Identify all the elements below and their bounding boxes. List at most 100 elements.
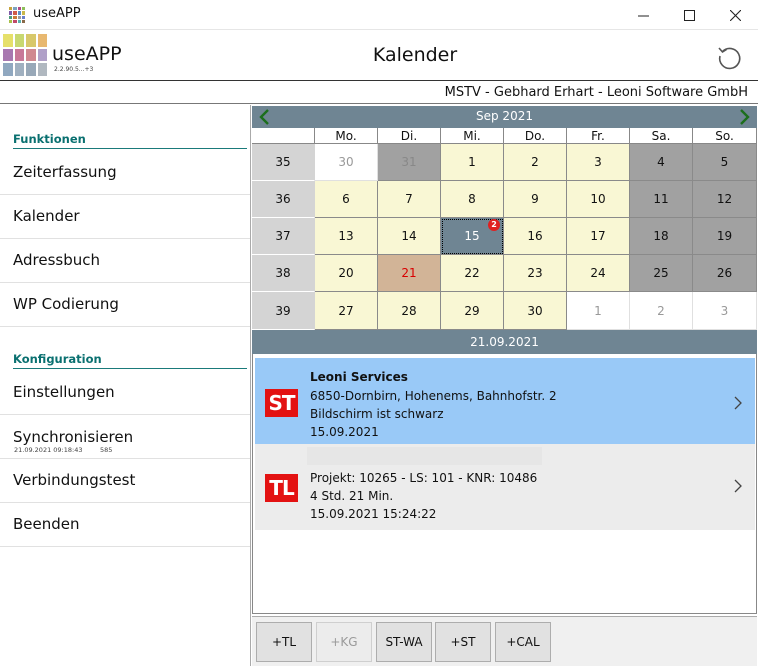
calendar-day[interactable]: 22 — [441, 255, 504, 292]
calendar-day[interactable]: 12 — [693, 181, 757, 218]
day-number: 10 — [590, 192, 606, 206]
sync-count: 585 — [100, 446, 113, 454]
close-icon — [729, 9, 741, 21]
calendar-grid: Mo. Di. Mi. Do. Fr. Sa. So. 35 30 31 1 2 3 4 5 36 6 7 8 9 10… — [252, 128, 757, 330]
close-button[interactable] — [712, 0, 758, 30]
weekday-header: Do. — [504, 128, 567, 144]
week-number: 39 — [252, 292, 315, 330]
day-number: 31 — [401, 155, 417, 169]
day-number: 8 — [468, 192, 476, 206]
calendar-day[interactable]: 20 — [315, 255, 378, 292]
weekday-header: So. — [693, 128, 757, 144]
calendar-day[interactable]: 30 — [315, 144, 378, 181]
calendar-day[interactable]: 19 — [693, 218, 757, 255]
minimize-button[interactable] — [620, 0, 666, 30]
day-number: 25 — [653, 266, 669, 280]
calendar-day[interactable]: 17 — [567, 218, 630, 255]
sidebar-item-wp-codierung[interactable]: WP Codierung — [0, 283, 250, 327]
day-number: 16 — [527, 229, 543, 243]
day-number: 18 — [653, 229, 669, 243]
day-number: 3 — [720, 304, 729, 318]
list-item-time-entry[interactable]: TL Projekt: 10265 - LS: 101 - KNR: 10486… — [255, 444, 755, 530]
day-number: 28 — [401, 304, 417, 318]
day-number: 29 — [464, 304, 480, 318]
st-wa-button[interactable]: ST-WA — [376, 622, 432, 662]
calendar-day[interactable]: 11 — [630, 181, 693, 218]
calendar-day[interactable]: 8 — [441, 181, 504, 218]
calendar-day[interactable]: 3 — [567, 144, 630, 181]
calendar-day[interactable]: 9 — [504, 181, 567, 218]
calendar-day[interactable]: 7 — [378, 181, 441, 218]
calendar-day[interactable]: 30 — [504, 292, 567, 330]
weekday-header: Mi. — [441, 128, 504, 144]
refresh-button[interactable] — [716, 42, 744, 70]
entry-duration: 4 Std. 21 Min. — [310, 489, 394, 503]
entry-timestamp: 15.09.2021 15:24:22 — [310, 507, 437, 521]
day-number: 9 — [531, 192, 539, 206]
calendar-day[interactable]: 4 — [630, 144, 693, 181]
add-tl-button[interactable]: +TL — [256, 622, 312, 662]
user-info: MSTV - Gebhard Erhart - Leoni Software G… — [444, 85, 748, 100]
day-number: 23 — [527, 266, 543, 280]
day-number: 30 — [338, 155, 354, 169]
day-number: 2 — [657, 304, 665, 318]
action-toolbar: +TL +KG ST-WA +ST +CAL — [252, 616, 757, 666]
sidebar-item-beenden[interactable]: Beenden — [0, 503, 250, 547]
calendar-day[interactable]: 28 — [378, 292, 441, 330]
app-header: useAPP 2.2.90.5...+3 Kalender — [0, 30, 758, 80]
calendar-month-label: Sep 2021 — [476, 109, 533, 123]
calendar-day[interactable]: 23 — [504, 255, 567, 292]
calendar-day[interactable]: 13 — [315, 218, 378, 255]
calendar-day[interactable]: 3 — [693, 292, 757, 330]
sidebar-item-kalender[interactable]: Kalender — [0, 195, 250, 239]
calendar-day[interactable]: 25 — [630, 255, 693, 292]
calendar-day[interactable]: 2 — [504, 144, 567, 181]
day-number: 3 — [594, 155, 602, 169]
maximize-button[interactable] — [666, 0, 712, 30]
calendar-day[interactable]: 27 — [315, 292, 378, 330]
sidebar-item-label: Verbindungstest — [13, 471, 136, 489]
calendar-day[interactable]: 18 — [630, 218, 693, 255]
chevron-right-icon — [734, 479, 742, 493]
app-version: 2.2.90.5...+3 — [54, 66, 94, 73]
sidebar-item-synchronisieren[interactable]: Synchronisieren 21.09.2021 09:18:43 585 — [0, 415, 250, 459]
calendar-day[interactable]: 15 2 — [441, 218, 504, 255]
calendar-day[interactable]: 26 — [693, 255, 757, 292]
list-item-service-ticket[interactable]: ST Leoni Services 6850-Dornbirn, Hohenem… — [255, 358, 755, 444]
next-month-button[interactable] — [734, 107, 754, 127]
sidebar-section-functions: Funktionen — [13, 132, 247, 149]
calendar-day[interactable]: 1 — [441, 144, 504, 181]
day-number: 11 — [653, 192, 669, 206]
calendar-day[interactable]: 10 — [567, 181, 630, 218]
selected-date-bar: 21.09.2021 — [252, 330, 757, 354]
add-kg-button[interactable]: +KG — [316, 622, 372, 662]
calendar-day[interactable]: 16 — [504, 218, 567, 255]
calendar-day[interactable]: 2 — [630, 292, 693, 330]
appointment-list: ST Leoni Services 6850-Dornbirn, Hohenem… — [252, 354, 757, 614]
sidebar-item-adressbuch[interactable]: Adressbuch — [0, 239, 250, 283]
calendar-day[interactable]: 5 — [693, 144, 757, 181]
day-number: 1 — [468, 155, 476, 169]
day-number: 27 — [338, 304, 354, 318]
sidebar-item-zeiterfassung[interactable]: Zeiterfassung — [0, 151, 250, 195]
sidebar-item-verbindungstest[interactable]: Verbindungstest — [0, 459, 250, 503]
week-number: 38 — [252, 255, 315, 292]
calendar-day[interactable]: 31 — [378, 144, 441, 181]
week-number: 35 — [252, 144, 315, 181]
day-number: 30 — [527, 304, 543, 318]
calendar-day[interactable]: 14 — [378, 218, 441, 255]
day-number: 17 — [590, 229, 606, 243]
calendar-day[interactable]: 1 — [567, 292, 630, 330]
calendar-day[interactable]: 6 — [315, 181, 378, 218]
day-number: 5 — [720, 155, 729, 169]
minimize-icon — [637, 15, 649, 16]
calendar-day[interactable]: 21 — [378, 255, 441, 292]
calendar-day[interactable]: 24 — [567, 255, 630, 292]
weekday-header: Sa. — [630, 128, 693, 144]
entry-title: Leoni Services — [310, 370, 408, 384]
calendar-day[interactable]: 29 — [441, 292, 504, 330]
add-st-button[interactable]: +ST — [435, 622, 491, 662]
page-title: Kalender — [372, 44, 458, 66]
sidebar-item-einstellungen[interactable]: Einstellungen — [0, 371, 250, 415]
add-cal-button[interactable]: +CAL — [495, 622, 551, 662]
